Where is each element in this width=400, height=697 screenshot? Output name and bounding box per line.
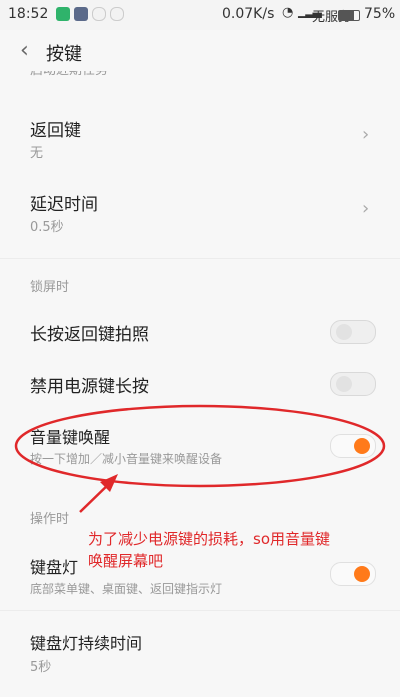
toggle-switch[interactable]	[330, 372, 376, 396]
row-title: 延迟时间	[30, 195, 98, 215]
toggle-knob	[336, 324, 352, 340]
row-title: 键盘灯	[30, 558, 79, 577]
annotation-text-line1: 为了减少电源键的损耗，so用音量键	[88, 530, 330, 548]
settings-row-key-light[interactable]: 键盘灯 底部菜单键、桌面键、返回键指示灯	[0, 548, 400, 598]
wifi-icon: ◔	[282, 5, 294, 20]
row-title: 键盘灯持续时间	[30, 634, 143, 653]
cutoff-item-label: 启动近期任务	[30, 71, 108, 79]
app-icon-gray	[74, 7, 88, 21]
section-header-lock-screen: 锁屏时	[30, 280, 70, 295]
status-bar: 18:52 0.07K/s ◔ ▁▂▃ 无服务 75%	[0, 0, 400, 30]
qq-icon	[92, 7, 106, 21]
settings-row-back-key[interactable]: 返回键 无 ›	[0, 108, 400, 168]
title-bar: ‹ 按键	[0, 30, 400, 74]
row-title: 音量键唤醒	[30, 428, 111, 447]
back-arrow-icon[interactable]: ‹	[20, 38, 29, 63]
settings-row-delay[interactable]: 延迟时间 0.5秒 ›	[0, 182, 400, 242]
qq-icon	[110, 7, 124, 21]
toggle-knob	[354, 566, 370, 582]
network-speed: 0.07K/s	[222, 6, 275, 22]
status-time: 18:52	[8, 6, 49, 22]
row-divider	[0, 610, 400, 611]
toggle-switch[interactable]	[330, 320, 376, 344]
row-subtitle: 底部菜单键、桌面键、返回键指示灯	[30, 582, 223, 596]
section-header-operation: 操作时	[30, 512, 70, 527]
section-divider	[0, 258, 400, 259]
chevron-right-icon: ›	[362, 198, 370, 219]
toggle-knob	[354, 438, 370, 454]
annotation-arrow-line	[79, 479, 114, 513]
row-subtitle: 按一下增加／减小音量键来唤醒设备	[30, 452, 223, 466]
settings-row-volume-wake[interactable]: 音量键唤醒 按一下增加／减小音量键来唤醒设备	[0, 420, 400, 476]
row-subtitle: 无	[30, 146, 44, 161]
app-icon-green	[56, 7, 70, 21]
settings-row-disable-power[interactable]: 禁用电源键长按	[0, 362, 400, 408]
battery-icon	[338, 10, 360, 21]
settings-row-long-press-back[interactable]: 长按返回键拍照	[0, 310, 400, 356]
chevron-right-icon: ›	[362, 124, 370, 145]
page-title: 按键	[46, 44, 82, 65]
battery-percent: 75%	[364, 6, 396, 22]
row-subtitle: 5秒	[30, 660, 52, 675]
row-title: 禁用电源键长按	[30, 377, 149, 397]
row-title: 返回键	[30, 121, 81, 141]
toggle-knob	[336, 376, 352, 392]
toggle-switch[interactable]	[330, 562, 376, 586]
row-title: 长按返回键拍照	[30, 325, 149, 345]
annotation-text-line2: 唤醒屏幕吧	[88, 552, 164, 570]
row-subtitle: 0.5秒	[30, 220, 64, 235]
annotation-arrow-head	[100, 474, 118, 492]
notification-icons	[56, 7, 124, 21]
toggle-switch[interactable]	[330, 434, 376, 458]
settings-row-key-light-duration[interactable]: 键盘灯持续时间 5秒	[0, 620, 400, 676]
